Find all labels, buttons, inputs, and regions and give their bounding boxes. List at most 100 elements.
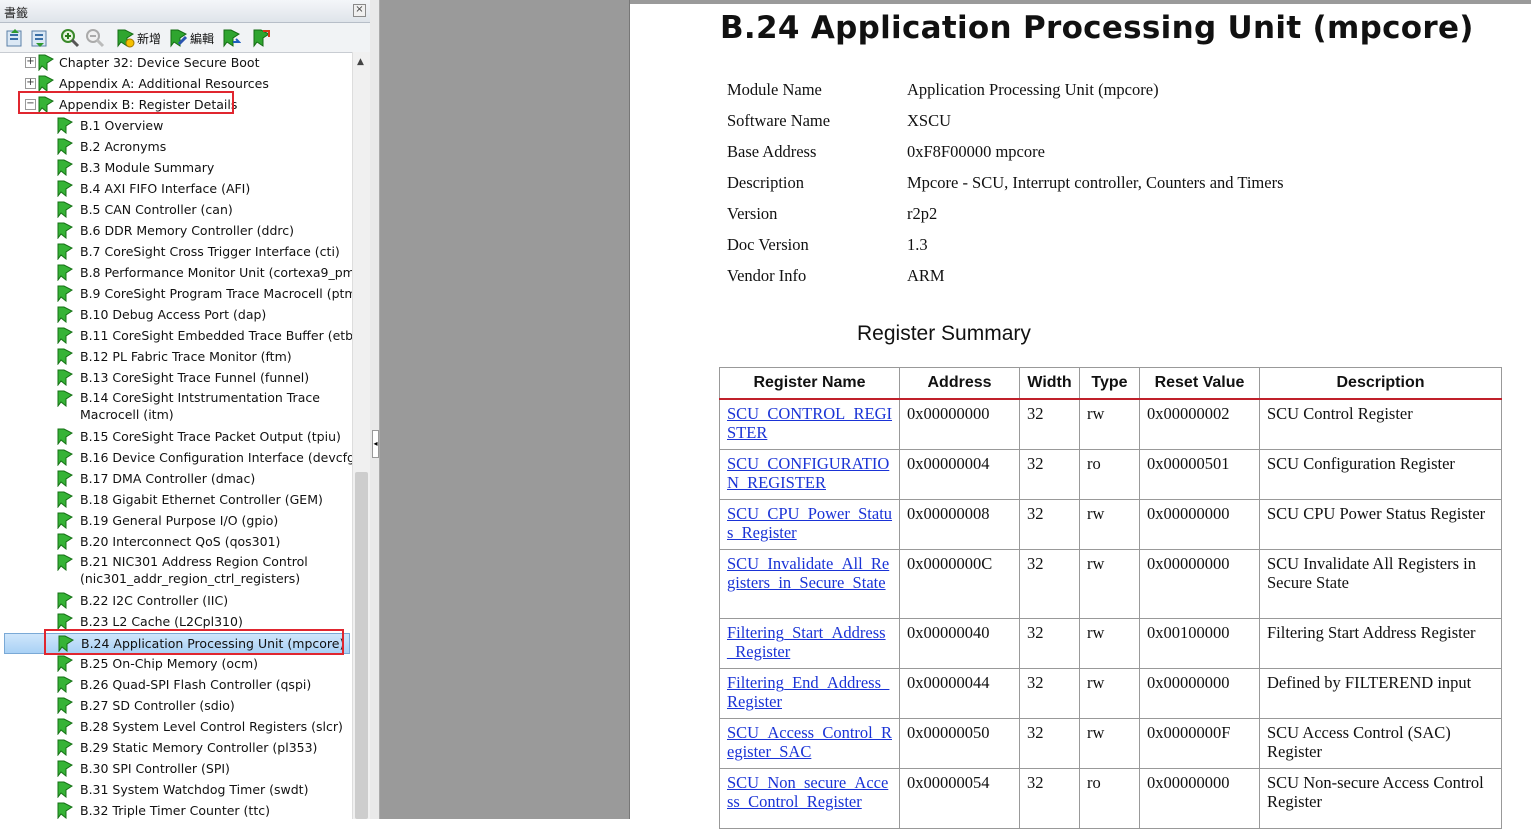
tree-item-label: B.9 CoreSight Program Trace Macrocell (p… (80, 286, 352, 301)
register-type-cell: rw (1079, 667, 1140, 719)
collapse-panel-grip-icon[interactable]: ◂ (372, 430, 379, 458)
scroll-up-arrow-icon[interactable]: ▲ (357, 57, 364, 67)
tree-item[interactable]: B.30 SPI Controller (SPI) (0, 758, 352, 779)
register-link[interactable]: Filtering_Start_Address_Register (727, 623, 886, 661)
bookmark-icon (57, 802, 73, 819)
tree-item-label: B.13 CoreSight Trace Funnel (funnel) (80, 370, 310, 385)
register-link[interactable]: SCU_Non_secure_Access_Control_Register (727, 773, 888, 811)
tree-item-label: B.23 L2 Cache (L2Cpl310) (80, 614, 243, 629)
register-name-cell: SCU_CONTROL_REGISTER (719, 398, 900, 450)
tree-item[interactable]: B.25 On-Chip Memory (ocm) (0, 653, 352, 674)
info-value: 0xF8F00000 mpcore (907, 142, 1045, 161)
tree-item[interactable]: B.21 NIC301 Address Region Control (nic3… (0, 552, 352, 590)
tree-item[interactable]: B.28 System Level Control Registers (slc… (0, 716, 352, 737)
tree-item[interactable]: B.9 CoreSight Program Trace Macrocell (p… (0, 283, 352, 304)
tree-item[interactable]: B.14 CoreSight Intstrumentation Trace Ma… (0, 388, 352, 426)
bookmark-action-button[interactable] (221, 28, 241, 48)
register-type-cell: rw (1079, 398, 1140, 450)
bookmarks-toolbar: 新增 編輯 (0, 23, 370, 53)
bookmark-options-button[interactable] (251, 28, 271, 48)
info-key: Software Name (727, 111, 831, 130)
tree-item-label: B.17 DMA Controller (dmac) (80, 471, 256, 486)
bookmark-icon (57, 327, 73, 344)
register-name-cell: Filtering_Start_Address_Register (719, 617, 900, 669)
tree-item-label: B.26 Quad-SPI Flash Controller (qspi) (80, 677, 312, 692)
expand-all-button[interactable] (5, 28, 25, 48)
tree-item-label: B.19 General Purpose I/O (gpio) (80, 513, 279, 528)
tree-item[interactable]: B.1 Overview (0, 115, 352, 136)
tree-item[interactable]: B.7 CoreSight Cross Trigger Interface (c… (0, 241, 352, 262)
tree-item[interactable]: B.2 Acronyms (0, 136, 352, 157)
tree-item[interactable]: B.6 DDR Memory Controller (ddrc) (0, 220, 352, 241)
tree-item[interactable]: B.20 Interconnect QoS (qos301) (0, 531, 352, 552)
register-name-cell: SCU_Access_Control_Register_SAC (719, 717, 900, 769)
tree-item[interactable]: B.8 Performance Monitor Unit (cortexa9_p… (0, 262, 352, 283)
tree-item[interactable]: B.10 Debug Access Port (dap) (0, 304, 352, 325)
bookmark-icon (57, 592, 73, 609)
tree-node[interactable]: + Chapter 32: Device Secure Boot (0, 52, 352, 73)
edit-bookmark-button[interactable]: 編輯 (168, 28, 214, 48)
tree-item-label: B.29 Static Memory Controller (pl353) (80, 740, 318, 755)
new-bookmark-button[interactable]: 新增 (115, 28, 161, 48)
register-name-cell: SCU_Invalidate_All_Registers_in_Secure_S… (719, 548, 900, 619)
tree-item[interactable]: B.19 General Purpose I/O (gpio) (0, 510, 352, 531)
register-link[interactable]: SCU_CPU_Power_Status_Register (727, 504, 892, 542)
tree-item[interactable]: B.31 System Watchdog Timer (swdt) (0, 779, 352, 800)
tree-item[interactable]: B.3 Module Summary (0, 157, 352, 178)
register-reset-cell: 0x0000000F (1139, 717, 1260, 769)
zoom-in-button[interactable] (60, 28, 80, 48)
expander-toggle[interactable]: + (25, 57, 36, 68)
tree-item[interactable]: B.32 Triple Timer Counter (ttc) (0, 800, 352, 819)
expander-toggle[interactable]: + (25, 78, 36, 89)
bookmark-icon (38, 54, 54, 71)
bookmark-icon (57, 491, 73, 508)
tree-item[interactable]: B.5 CAN Controller (can) (0, 199, 352, 220)
register-link[interactable]: SCU_CONTROL_REGISTER (727, 404, 892, 442)
table-row: SCU_CONFIGURATION_REGISTER 0x00000004 32 ro… (719, 448, 1502, 500)
bookmark-icon (57, 554, 73, 571)
tree-scrollbar[interactable]: ▲ (352, 52, 371, 819)
panel-splitter[interactable]: ◂ (370, 0, 380, 819)
tree-item[interactable]: B.29 Static Memory Controller (pl353) (0, 737, 352, 758)
tree-item-label: B.20 Interconnect QoS (qos301) (80, 534, 281, 549)
info-value: ARM (907, 266, 945, 285)
zoom-out-icon (86, 29, 105, 48)
tree-item[interactable]: B.17 DMA Controller (dmac) (0, 468, 352, 489)
close-panel-button[interactable]: × (353, 4, 366, 17)
bookmark-icon (57, 739, 73, 756)
register-type-cell: rw (1079, 548, 1140, 619)
register-desc-cell: SCU Non-secure Access Control Register (1259, 767, 1502, 829)
register-type-cell: rw (1079, 617, 1140, 669)
tree-item-label: Appendix A: Additional Resources (59, 76, 269, 91)
zoom-out-button[interactable] (85, 28, 105, 48)
bookmark-icon (57, 285, 73, 302)
register-addr-cell: 0x0000000C (899, 548, 1020, 619)
tree-item[interactable]: B.13 CoreSight Trace Funnel (funnel) (0, 367, 352, 388)
register-addr-cell: 0x00000000 (899, 398, 1020, 450)
tree-item[interactable]: B.12 PL Fabric Trace Monitor (ftm) (0, 346, 352, 367)
tree-item-label: B.22 I2C Controller (IIC) (80, 593, 229, 608)
bookmark-icon (57, 655, 73, 672)
tree-item-label: B.4 AXI FIFO Interface (AFI) (80, 181, 251, 196)
collapse-all-button[interactable] (30, 28, 50, 48)
new-bookmark-label: 新增 (137, 31, 162, 46)
tree-item[interactable]: B.11 CoreSight Embedded Trace Buffer (et… (0, 325, 352, 346)
scrollbar-thumb[interactable] (355, 472, 368, 819)
register-link[interactable]: SCU_Invalidate_All_Registers_in_Secure_S… (727, 554, 889, 592)
tree-item[interactable]: B.22 I2C Controller (IIC) (0, 590, 352, 611)
table-row: SCU_Invalidate_All_Registers_in_Secure_S… (719, 548, 1502, 619)
bookmark-icon (57, 369, 73, 386)
tree-item[interactable]: B.18 Gigabit Ethernet Controller (GEM) (0, 489, 352, 510)
register-link[interactable]: Filtering_End_Address_Register (727, 673, 889, 711)
tree-item[interactable]: B.15 CoreSight Trace Packet Output (tpiu… (0, 426, 352, 447)
tree-item[interactable]: B.27 SD Controller (sdio) (0, 695, 352, 716)
register-link[interactable]: SCU_CONFIGURATION_REGISTER (727, 454, 889, 492)
register-link[interactable]: SCU_Access_Control_Register_SAC (727, 723, 892, 761)
tree-item[interactable]: B.26 Quad-SPI Flash Controller (qspi) (0, 674, 352, 695)
tree-item[interactable]: B.16 Device Configuration Interface (dev… (0, 447, 352, 468)
tree-item-label: B.15 CoreSight Trace Packet Output (tpiu… (80, 429, 341, 444)
document-page: B.24 Application Processing Unit (mpcore… (630, 4, 1531, 829)
bookmarks-panel-title: 書籤 (4, 6, 29, 20)
tree-item[interactable]: B.4 AXI FIFO Interface (AFI) (0, 178, 352, 199)
info-key: Version (727, 204, 778, 223)
